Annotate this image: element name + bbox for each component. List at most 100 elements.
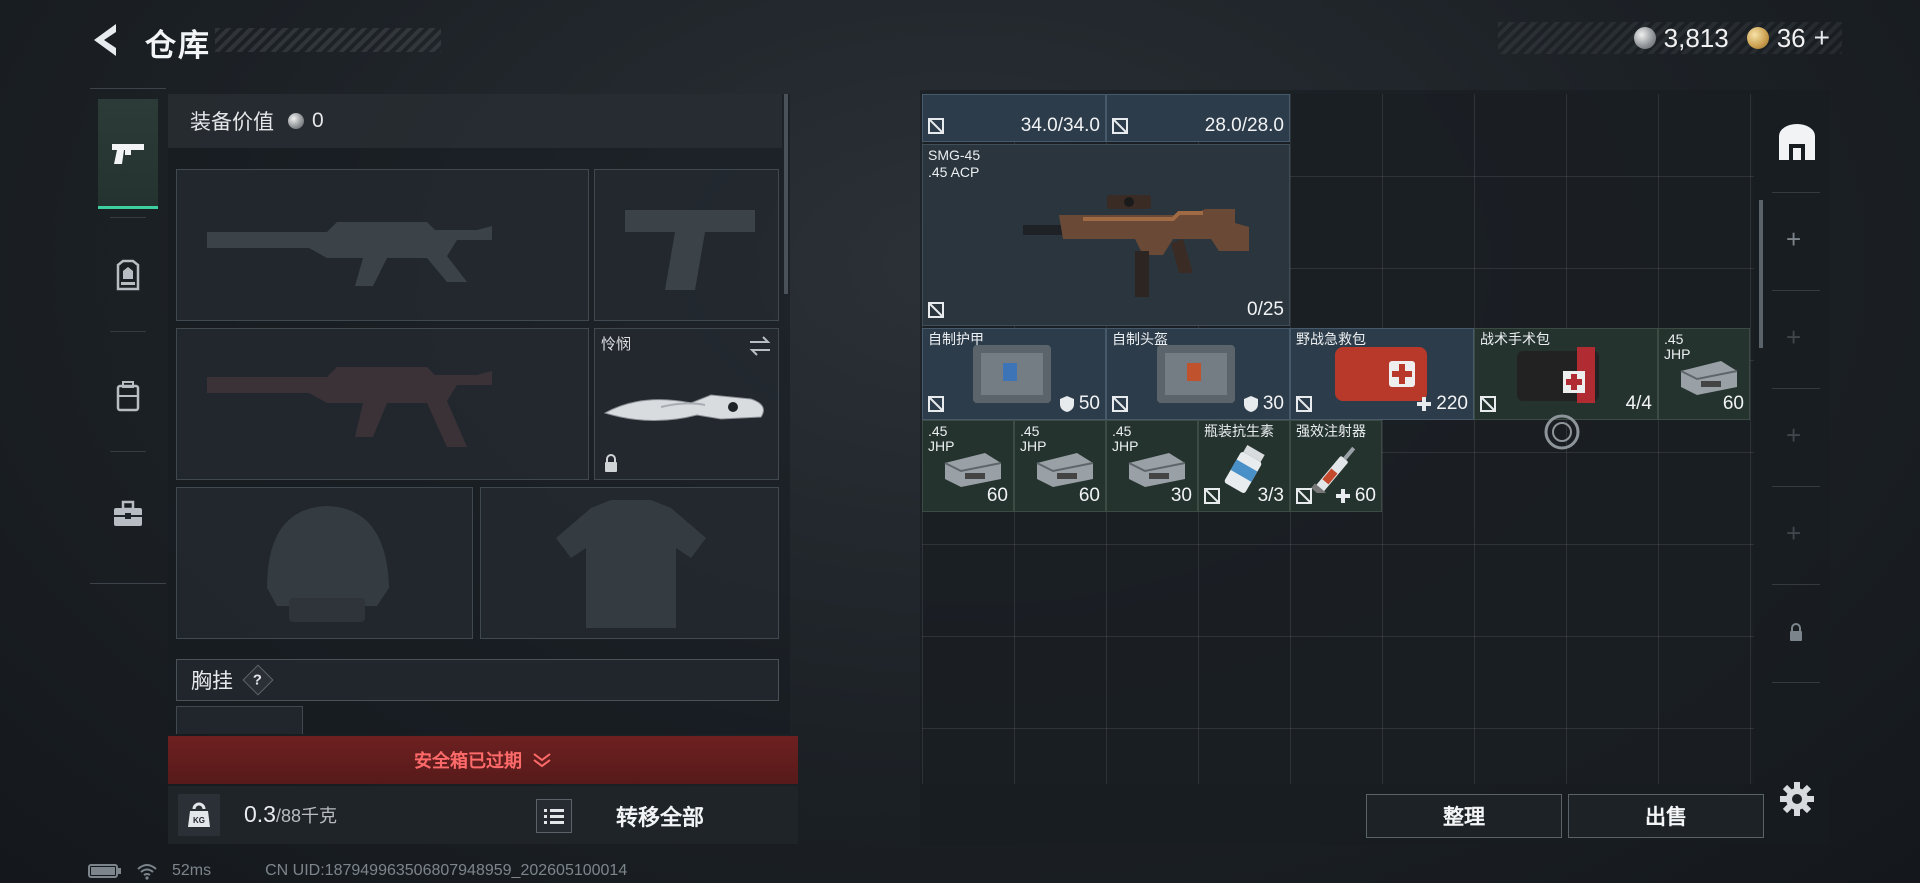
add-storage-tab-button[interactable]: + [1786,420,1801,451]
nav-toolbox[interactable] [98,459,158,569]
list-view-button[interactable] [536,799,572,833]
item-name: 瓶装抗生素 [1204,423,1274,439]
storage-item-smg45[interactable]: SMG-45 .45 ACP 0/25 [922,144,1290,326]
storage-grid[interactable]: 34.0/34.0 28.0/28.0 SMG-45 .45 ACP 0/25 … [922,94,1754,784]
item-durability: 34.0/34.0 [1020,115,1100,136]
karambit-knife-icon [603,394,764,421]
not-insured-icon [1296,488,1312,504]
sell-button[interactable]: 出售 [1568,794,1764,838]
nav-backpack[interactable] [98,341,158,451]
gold-currency-value: 36 [1776,22,1806,53]
storage-item-bottled-antibiotics[interactable]: 瓶装抗生素 3/3 [1198,420,1290,512]
svg-text:KG: KG [193,816,205,825]
weight-unit: 千克 [301,806,338,826]
nav-divider [110,451,146,452]
settings-gear-icon[interactable] [1778,780,1816,818]
item-qty: 60 [1335,485,1376,507]
add-currency-button[interactable]: + [1814,22,1830,54]
chevron-double-down-icon [533,753,551,768]
item-qty: 30 [1170,485,1192,506]
weight-current: 0.3 [244,801,276,827]
item-qty-value: 30 [1262,393,1284,414]
add-storage-tab-button[interactable]: + [1786,518,1801,549]
rifle-silhouette-icon [207,222,492,286]
chest-rig-label: 胸挂 [191,670,233,693]
pistol-silhouette-icon [625,210,755,290]
item-qty: 30 [1243,393,1284,415]
nav-divider [110,331,146,332]
melee-name: 怜悯 [601,336,632,353]
item-durability: 28.0/28.0 [1204,115,1284,136]
storage-item-makeshift-helmet[interactable]: 自制头盔 30 [1106,328,1290,420]
weight-max: /88 [275,806,302,826]
lock-icon[interactable] [1788,622,1804,642]
storage-item-45-jhp[interactable]: .45 JHP 60 [1014,420,1106,512]
not-insured-icon [928,118,944,134]
rail-divider [1772,290,1820,291]
add-storage-tab-button[interactable]: + [1786,224,1801,255]
page-title: 仓库 [145,28,211,63]
not-insured-icon [1480,396,1496,412]
nav-armor[interactable] [98,221,158,331]
shirt-silhouette-icon [556,500,706,628]
helmet-slot[interactable] [176,487,473,639]
secure-box-expired-bar[interactable]: 安全箱已过期 [168,736,798,784]
add-storage-tab-button[interactable]: + [1786,322,1801,353]
storage-item-makeshift-armor[interactable]: 自制护甲 50 [922,328,1106,420]
rail-divider [1772,584,1820,585]
storage-item-45-jhp[interactable]: .45 JHP 60 [922,420,1014,512]
list-icon [544,809,564,824]
organize-button[interactable]: 整理 [1366,794,1562,838]
weight-transfer-bar: KG 0.3/88千克 转移全部 [168,786,798,844]
rifle-silhouette-icon [207,367,492,447]
item-qty: 60 [1722,393,1744,414]
ammo-box-icon [944,453,1002,487]
item-qty: 50 [1059,393,1100,415]
armor-plate-icon [973,345,1051,403]
equipment-value-label: 装备价值 [190,111,274,134]
equipment-category-nav [90,88,166,584]
pistol-icon [112,143,144,164]
sidearm-slot[interactable] [594,169,779,321]
back-button[interactable] [88,20,124,60]
storage-item-field-first-aid[interactable]: 野战急救包 220 [1290,328,1474,420]
storage-item-45-jhp[interactable]: .45 JHP 30 [1106,420,1198,512]
storage-item-armor-top[interactable]: 34.0/34.0 [922,94,1106,142]
rail-divider [1772,192,1820,193]
primary-weapon-slot-1[interactable] [176,169,589,321]
heal-plus-icon [1417,397,1432,411]
transfer-all-button[interactable]: 转移全部 [616,800,704,832]
item-qty-value: 220 [1436,393,1468,414]
body-armor-slot[interactable] [480,487,779,639]
weight-icon: KG [178,794,220,836]
item-caliber: .45 ACP [928,164,980,180]
nav-weapons[interactable] [98,99,158,209]
storage-item-45-jhp[interactable]: .45 JHP 60 [1658,328,1750,420]
primary-weapon-slot-2[interactable] [176,328,589,480]
wifi-icon [137,864,157,880]
item-ammo: 0/25 [1247,299,1284,320]
storage-item-tactical-surgery-kit[interactable]: 战术手术包 4/4 [1474,328,1658,420]
chest-rig-header: 胸挂 ? [176,659,779,701]
swap-icon[interactable] [748,335,772,357]
title-decoration [215,28,441,52]
item-name: 强效注射器 [1296,423,1366,439]
secure-box-expired-text: 安全箱已过期 [414,751,522,771]
backpack-icon [116,381,140,412]
warehouse-icon[interactable] [1776,122,1818,162]
item-qty: 4/4 [1625,393,1652,414]
storage-item-potent-injector[interactable]: 强效注射器 60 [1290,420,1382,512]
not-insured-icon [928,302,944,318]
equipment-value-header: 装备价值 0 [168,94,782,148]
storage-item-helmet-top[interactable]: 28.0/28.0 [1106,94,1290,142]
equipment-scrollbar[interactable] [784,94,788,294]
not-insured-icon [1296,396,1312,412]
heal-plus-icon [1335,489,1350,503]
chest-rig-slot[interactable] [176,706,303,734]
battery-icon [88,864,121,878]
ammo-box-icon [1680,361,1738,395]
melee-slot[interactable]: 怜悯 [594,328,779,480]
kettlebell-icon: KG [188,802,210,827]
uid-readout: CN UID:187949963506807948959_20260510001… [265,862,628,879]
help-icon[interactable]: ? [242,664,274,696]
